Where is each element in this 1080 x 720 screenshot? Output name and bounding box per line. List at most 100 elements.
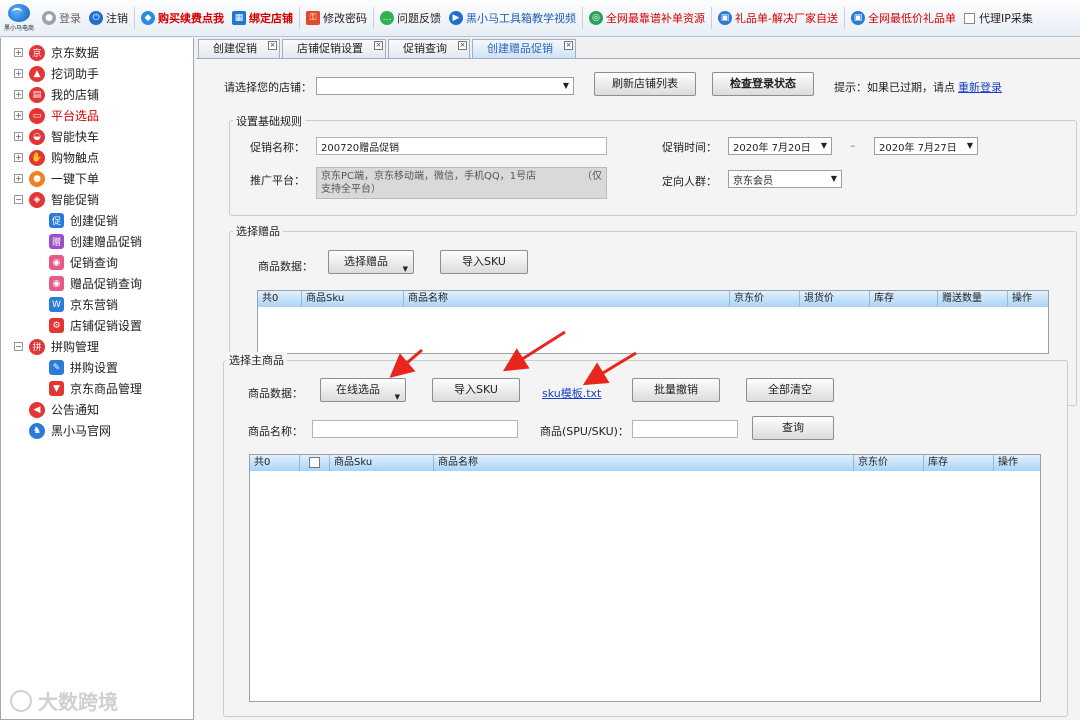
sidebar-item-shopping-touchpoint[interactable]: + ✋ 购物触点 bbox=[1, 147, 193, 168]
sidebar-item-jd-marketing[interactable]: W 京东营销 bbox=[1, 294, 193, 315]
change-password-label: 修改密码 bbox=[323, 12, 367, 25]
chat-icon: … bbox=[380, 11, 394, 25]
expand-icon[interactable]: + bbox=[14, 153, 23, 162]
close-icon[interactable]: × bbox=[564, 41, 573, 50]
sidebar-item-label: 赠品促销查询 bbox=[70, 277, 143, 291]
login-button[interactable]: ● 登录 bbox=[38, 4, 85, 32]
sidebar-item-create-promotion[interactable]: 促创建促销 bbox=[1, 210, 193, 231]
col-product-name[interactable]: 商品名称 bbox=[404, 291, 730, 307]
start-date-value: 2020年 7月20日 bbox=[733, 143, 811, 154]
tab-create-gift-promotion[interactable]: 创建赠品促销 × bbox=[472, 39, 576, 58]
col-jd-price[interactable]: 京东价 bbox=[730, 291, 800, 307]
sidebar-item-create-gift-promotion[interactable]: 赠创建赠品促销 bbox=[1, 231, 193, 252]
feedback-label: 问题反馈 bbox=[397, 12, 441, 25]
col-count: 共0 bbox=[258, 291, 302, 307]
sidebar-item-keyword-helper[interactable]: + ▲ 挖词助手 bbox=[1, 63, 193, 84]
close-icon[interactable]: × bbox=[374, 41, 383, 50]
expand-icon[interactable]: + bbox=[14, 132, 23, 141]
resources-label: 全网最靠谱补单资源 bbox=[606, 12, 705, 25]
sidebar-item-group-buy[interactable]: − 拼拼购管理 bbox=[1, 336, 193, 357]
col-sku[interactable]: 商品Sku bbox=[330, 455, 434, 471]
toolbar-separator bbox=[582, 7, 583, 29]
sidebar-item-label: 智能促销 bbox=[51, 193, 100, 207]
feedback-button[interactable]: … 问题反馈 bbox=[376, 4, 445, 32]
sidebar-item-my-shop[interactable]: + ▤ 我的店铺 bbox=[1, 84, 193, 105]
start-date-picker[interactable]: 2020年 7月20日 ▼ bbox=[728, 137, 832, 155]
col-jd-price[interactable]: 京东价 bbox=[854, 455, 924, 471]
tab-label: 店铺促销设置 bbox=[297, 42, 363, 55]
refresh-shop-list-button[interactable]: 刷新店铺列表 bbox=[594, 72, 696, 96]
tab-label: 创建促销 bbox=[213, 42, 257, 55]
expand-icon[interactable]: + bbox=[14, 69, 23, 78]
expand-icon[interactable]: + bbox=[14, 111, 23, 120]
tab-create-promotion[interactable]: 创建促销 × bbox=[198, 39, 280, 58]
gift-import-sku-button[interactable]: 导入SKU bbox=[440, 250, 528, 274]
video-button[interactable]: ▶ 黑小马工具箱教学视频 bbox=[445, 4, 580, 32]
change-password-button[interactable]: ⚿ 修改密码 bbox=[302, 4, 371, 32]
expand-icon[interactable]: + bbox=[14, 174, 23, 183]
bind-shop-button[interactable]: ▦ 绑定店铺 bbox=[228, 4, 297, 32]
close-icon[interactable]: × bbox=[268, 41, 277, 50]
col-sku[interactable]: 商品Sku bbox=[302, 291, 404, 307]
sidebar-item-platform-selection[interactable]: + ▭ 平台选品 bbox=[1, 105, 193, 126]
toolbar-separator bbox=[134, 7, 135, 29]
promotion-name-input[interactable]: 200720赠品促销 bbox=[316, 137, 607, 155]
expand-icon[interactable]: + bbox=[14, 90, 23, 99]
sidebar-item-official-site[interactable]: ♞ 黑小马官网 bbox=[1, 420, 193, 441]
sidebar-item-group-buy-settings[interactable]: ✎ 拼购设置 bbox=[1, 357, 193, 378]
tab-promotion-query[interactable]: 促销查询 × bbox=[388, 39, 470, 58]
col-stock[interactable]: 库存 bbox=[870, 291, 938, 307]
sidebar-item-gift-promotion-query[interactable]: ◉ 赠品促销查询 bbox=[1, 273, 193, 294]
logo-icon bbox=[8, 4, 30, 22]
col-stock[interactable]: 库存 bbox=[924, 455, 994, 471]
collapse-icon[interactable]: − bbox=[14, 195, 23, 204]
logout-label: 注销 bbox=[106, 12, 128, 25]
relogin-link[interactable]: 重新登录 bbox=[958, 79, 1002, 95]
select-gift-button[interactable]: 选择赠品 ▼ bbox=[328, 250, 414, 274]
sidebar-item-jd-data[interactable]: + 京京东数据 bbox=[1, 42, 193, 63]
close-icon[interactable]: × bbox=[458, 41, 467, 50]
cheap-gift-button[interactable]: ▣ 全网最低价礼品单 bbox=[847, 4, 960, 32]
proxy-ip-checkbox[interactable]: 代理IP采集 bbox=[960, 4, 1037, 32]
sidebar-item-smart-express[interactable]: + ◒ 智能快车 bbox=[1, 126, 193, 147]
product-name-input[interactable] bbox=[312, 420, 518, 438]
sidebar-item-smart-promotion[interactable]: − ◈ 智能促销 bbox=[1, 189, 193, 210]
gift-group-title: 选择赠品 bbox=[233, 223, 283, 239]
sidebar-item-announcement[interactable]: ◀ 公告通知 bbox=[1, 399, 193, 420]
group-icon: 拼 bbox=[29, 338, 45, 355]
sidebar-item-jd-product-management[interactable]: ▼ 京东商品管理 bbox=[1, 378, 193, 399]
end-date-picker[interactable]: 2020年 7月27日 ▼ bbox=[874, 137, 978, 155]
col-return-price[interactable]: 退货价 bbox=[800, 291, 870, 307]
sidebar-item-promotion-query[interactable]: ◉ 促销查询 bbox=[1, 252, 193, 273]
shirt-icon: ▼ bbox=[49, 381, 64, 396]
audience-select[interactable]: 京东会员 ▼ bbox=[728, 170, 842, 188]
batch-cancel-button[interactable]: 批量撤销 bbox=[632, 378, 720, 402]
sidebar-item-label: 黑小马官网 bbox=[51, 424, 112, 438]
sidebar-item-one-click-order[interactable]: + ● 一键下单 bbox=[1, 168, 193, 189]
expand-icon[interactable]: + bbox=[14, 48, 23, 57]
col-product-name[interactable]: 商品名称 bbox=[434, 455, 854, 471]
gift-list-button[interactable]: ▣ 礼品单-解决厂家自送 bbox=[714, 4, 842, 32]
speaker-icon: ◀ bbox=[29, 401, 45, 418]
renew-button[interactable]: ◆ 购买续费点我 bbox=[137, 4, 228, 32]
col-select-all[interactable] bbox=[300, 455, 330, 471]
check-login-button[interactable]: 检查登录状态 bbox=[712, 72, 814, 96]
sku-template-link[interactable]: sku模板.txt bbox=[542, 385, 601, 401]
select-all-checkbox[interactable] bbox=[309, 457, 320, 468]
sidebar-item-shop-promotion-settings[interactable]: ⚙ 店铺促销设置 bbox=[1, 315, 193, 336]
clear-all-button[interactable]: 全部清空 bbox=[746, 378, 834, 402]
shop-select[interactable]: ▼ bbox=[316, 77, 574, 95]
online-select-button[interactable]: 在线选品 ▼ bbox=[320, 378, 406, 402]
tab-shop-promotion-settings[interactable]: 店铺促销设置 × bbox=[282, 39, 386, 58]
main-import-sku-button[interactable]: 导入SKU bbox=[432, 378, 520, 402]
gift-table: 共0 商品Sku 商品名称 京东价 退货价 库存 赠送数量 操作 bbox=[257, 290, 1049, 354]
resources-button[interactable]: ◎ 全网最靠谱补单资源 bbox=[585, 4, 709, 32]
collapse-icon[interactable]: − bbox=[14, 342, 23, 351]
sidebar-item-label: 拼购设置 bbox=[70, 361, 119, 375]
wrench-icon: ✎ bbox=[49, 360, 64, 375]
logout-button[interactable]: ⏻ 注销 bbox=[85, 4, 132, 32]
main-table-header: 共0 商品Sku 商品名称 京东价 库存 操作 bbox=[250, 455, 1040, 471]
query-button[interactable]: 查询 bbox=[752, 416, 834, 440]
spu-sku-input[interactable] bbox=[632, 420, 738, 438]
col-gift-quantity[interactable]: 赠送数量 bbox=[938, 291, 1008, 307]
